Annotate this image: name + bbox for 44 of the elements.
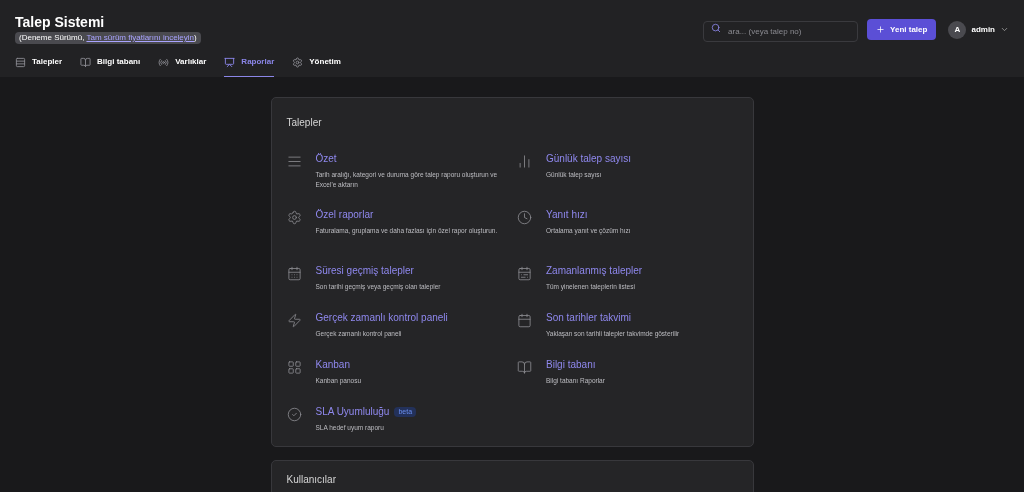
- user-name: admin: [971, 23, 995, 36]
- report-link[interactable]: Son tarihler takvimi: [546, 312, 632, 324]
- bar-chart-icon: [517, 154, 532, 169]
- calendar-icon: [286, 266, 302, 281]
- check-circle-icon: [286, 407, 302, 422]
- gear-icon: [292, 56, 304, 68]
- calendar-icon: [517, 313, 532, 328]
- nav-tab[interactable]: Varlıklar: [158, 56, 207, 77]
- nav-tab[interactable]: Yönetim: [292, 56, 341, 77]
- section-title: Kullanıcılar: [286, 474, 337, 486]
- report-link[interactable]: Bilgi tabanı: [546, 359, 596, 371]
- lines-icon: [15, 56, 26, 68]
- book-icon: [80, 56, 92, 68]
- report-link[interactable]: Günlük talep sayısı: [546, 153, 632, 165]
- new-ticket-button[interactable]: Yeni talep: [867, 19, 937, 40]
- report-link[interactable]: Yanıt hızı: [546, 209, 588, 221]
- report-link[interactable]: Zamanlanmış talepler: [546, 265, 643, 277]
- nav-tab[interactable]: Raporlar: [224, 56, 275, 77]
- search-field[interactable]: ara... (veya talep no): [703, 21, 859, 42]
- report-link[interactable]: Gerçek zamanlı kontrol paneli: [315, 312, 448, 324]
- app-title: Talep Sistemi: [15, 13, 105, 31]
- nav-tab[interactable]: Talepler: [15, 56, 63, 77]
- avatar: A: [948, 20, 967, 39]
- radio-icon: [158, 56, 170, 68]
- section-title: Talepler: [286, 117, 323, 129]
- user-menu[interactable]: A admin: [948, 20, 1009, 39]
- presentation-icon: [224, 56, 236, 68]
- lines-icon: [286, 154, 302, 169]
- report-link[interactable]: Kanban: [315, 359, 350, 371]
- trial-notice: (Deneme Sürümü, Tam sürüm fiyatlarını inceleyin): [15, 32, 201, 44]
- report-link[interactable]: Özet: [315, 153, 337, 165]
- grid-icon: [286, 360, 302, 375]
- plus-icon: [876, 25, 886, 34]
- gear-icon: [286, 210, 302, 225]
- report-link[interactable]: SLA Uyumluluğu: [315, 406, 390, 418]
- caret-icon: [1000, 25, 1009, 34]
- book-icon: [517, 360, 532, 375]
- calendar-icon: [517, 266, 532, 281]
- lightning-icon: [286, 313, 302, 328]
- search-icon: [711, 22, 722, 33]
- report-link[interactable]: Özel raporlar: [315, 209, 374, 221]
- clock-icon: [517, 210, 532, 225]
- report-link[interactable]: Süresi geçmiş talepler: [315, 265, 414, 277]
- nav-tab[interactable]: Bilgi tabanı: [80, 56, 141, 77]
